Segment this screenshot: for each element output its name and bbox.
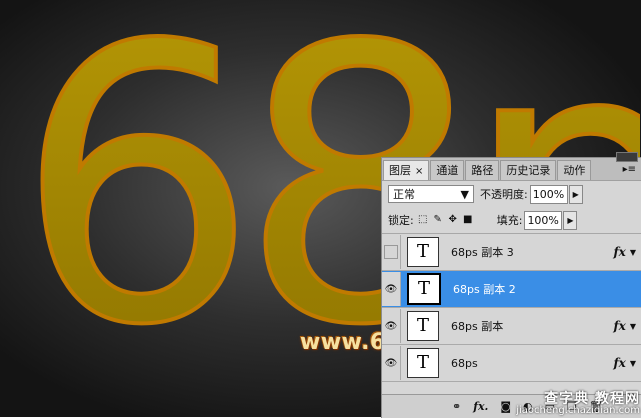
site-watermark-cn: 查字典 教程网 — [544, 391, 640, 407]
text-layer-thumbnail: T — [407, 348, 439, 378]
lock-all-icon[interactable]: ■ — [463, 215, 473, 225]
opacity-slider-button[interactable]: ▶ — [568, 184, 583, 204]
opacity-label: 不透明度: — [480, 188, 528, 201]
tab-actions[interactable]: 动作 — [557, 160, 592, 180]
lock-row: 锁定: ⬚ ✎ ✥ ■ 填充: 100% ▶ — [382, 207, 641, 234]
chevron-down-icon: ▼ — [460, 187, 469, 201]
panel-tabs: 图层 × 通道 路径 历史记录 动作 ▸≡ — [382, 158, 641, 181]
visibility-toggle[interactable] — [382, 235, 401, 269]
fx-icon[interactable]: fx — [614, 319, 626, 333]
visibility-toggle[interactable]: 👁 — [382, 346, 401, 380]
fx-icon[interactable]: fx — [614, 245, 626, 259]
lock-position-icon[interactable]: ✥ — [448, 215, 458, 225]
tab-label: 历史记录 — [506, 164, 551, 177]
eye-icon: 👁 — [384, 320, 398, 332]
visibility-toggle[interactable]: 👁 — [382, 272, 401, 306]
layer-name: 68ps 副本 2 — [453, 283, 516, 296]
tab-label: 图层 — [389, 164, 411, 177]
eye-icon: 👁 — [384, 283, 398, 295]
lock-label: 锁定: — [388, 214, 414, 227]
mask-icon[interactable]: ◙ — [500, 400, 511, 413]
layer-list: T 68ps 副本 3 fx ▼ 👁 T 68ps 副本 2 👁 T 68ps … — [382, 234, 641, 382]
fill-label: 填充: — [496, 214, 523, 227]
eye-icon: 👁 — [384, 357, 398, 369]
expand-effects-icon[interactable]: ▼ — [630, 248, 636, 257]
tab-label: 动作 — [563, 164, 586, 177]
close-icon[interactable]: × — [415, 166, 423, 177]
layer-row[interactable]: 👁 T 68ps fx ▼ — [382, 345, 641, 382]
hidden-box-icon — [384, 245, 398, 259]
layer-name: 68ps 副本 — [451, 320, 504, 333]
fill-slider-button[interactable]: ▶ — [563, 210, 578, 230]
blend-mode-select[interactable]: 正常 ▼ — [388, 185, 474, 203]
link-icon[interactable]: ⚭ — [452, 400, 461, 413]
layer-row[interactable]: 👁 T 68ps 副本 fx ▼ — [382, 308, 641, 345]
blend-row: 正常 ▼ 不透明度: 100% ▶ — [382, 181, 641, 207]
layer-row[interactable]: 👁 T 68ps 副本 2 — [382, 271, 641, 308]
tab-channels[interactable]: 通道 — [430, 160, 465, 180]
fill-input[interactable]: 100% — [524, 210, 563, 230]
site-watermark-url: jiaocheng.chazidian.com — [516, 405, 640, 416]
tab-paths[interactable]: 路径 — [465, 160, 500, 180]
text-layer-thumbnail: T — [407, 237, 439, 267]
fx-icon[interactable]: fx — [614, 356, 626, 370]
fx-icon[interactable]: fx. — [473, 400, 488, 413]
lock-transparent-icon[interactable]: ⬚ — [418, 215, 428, 225]
panel-collapse-button[interactable] — [616, 152, 638, 162]
layer-row[interactable]: T 68ps 副本 3 fx ▼ — [382, 234, 641, 271]
expand-effects-icon[interactable]: ▼ — [630, 322, 636, 331]
tab-history[interactable]: 历史记录 — [500, 160, 557, 180]
tab-label: 路径 — [471, 164, 494, 177]
lock-pixels-icon[interactable]: ✎ — [433, 215, 443, 225]
tab-layers[interactable]: 图层 × — [383, 160, 430, 180]
tab-label: 通道 — [436, 164, 459, 177]
panel-menu-icon[interactable]: ▸≡ — [617, 160, 641, 180]
text-layer-thumbnail: T — [407, 273, 441, 305]
layer-name: 68ps — [451, 356, 478, 370]
layer-name: 68ps 副本 3 — [451, 246, 514, 259]
blend-mode-value: 正常 — [393, 188, 415, 201]
opacity-input[interactable]: 100% — [529, 184, 568, 204]
layers-panel: 图层 × 通道 路径 历史记录 动作 ▸≡ 正常 ▼ 不透明度: 100% ▶ 锁… — [381, 152, 641, 418]
visibility-toggle[interactable]: 👁 — [382, 309, 401, 343]
text-layer-thumbnail: T — [407, 311, 439, 341]
site-watermark: 查字典 教程网 jiaocheng.chazidian.com — [516, 391, 640, 416]
expand-effects-icon[interactable]: ▼ — [630, 359, 636, 368]
